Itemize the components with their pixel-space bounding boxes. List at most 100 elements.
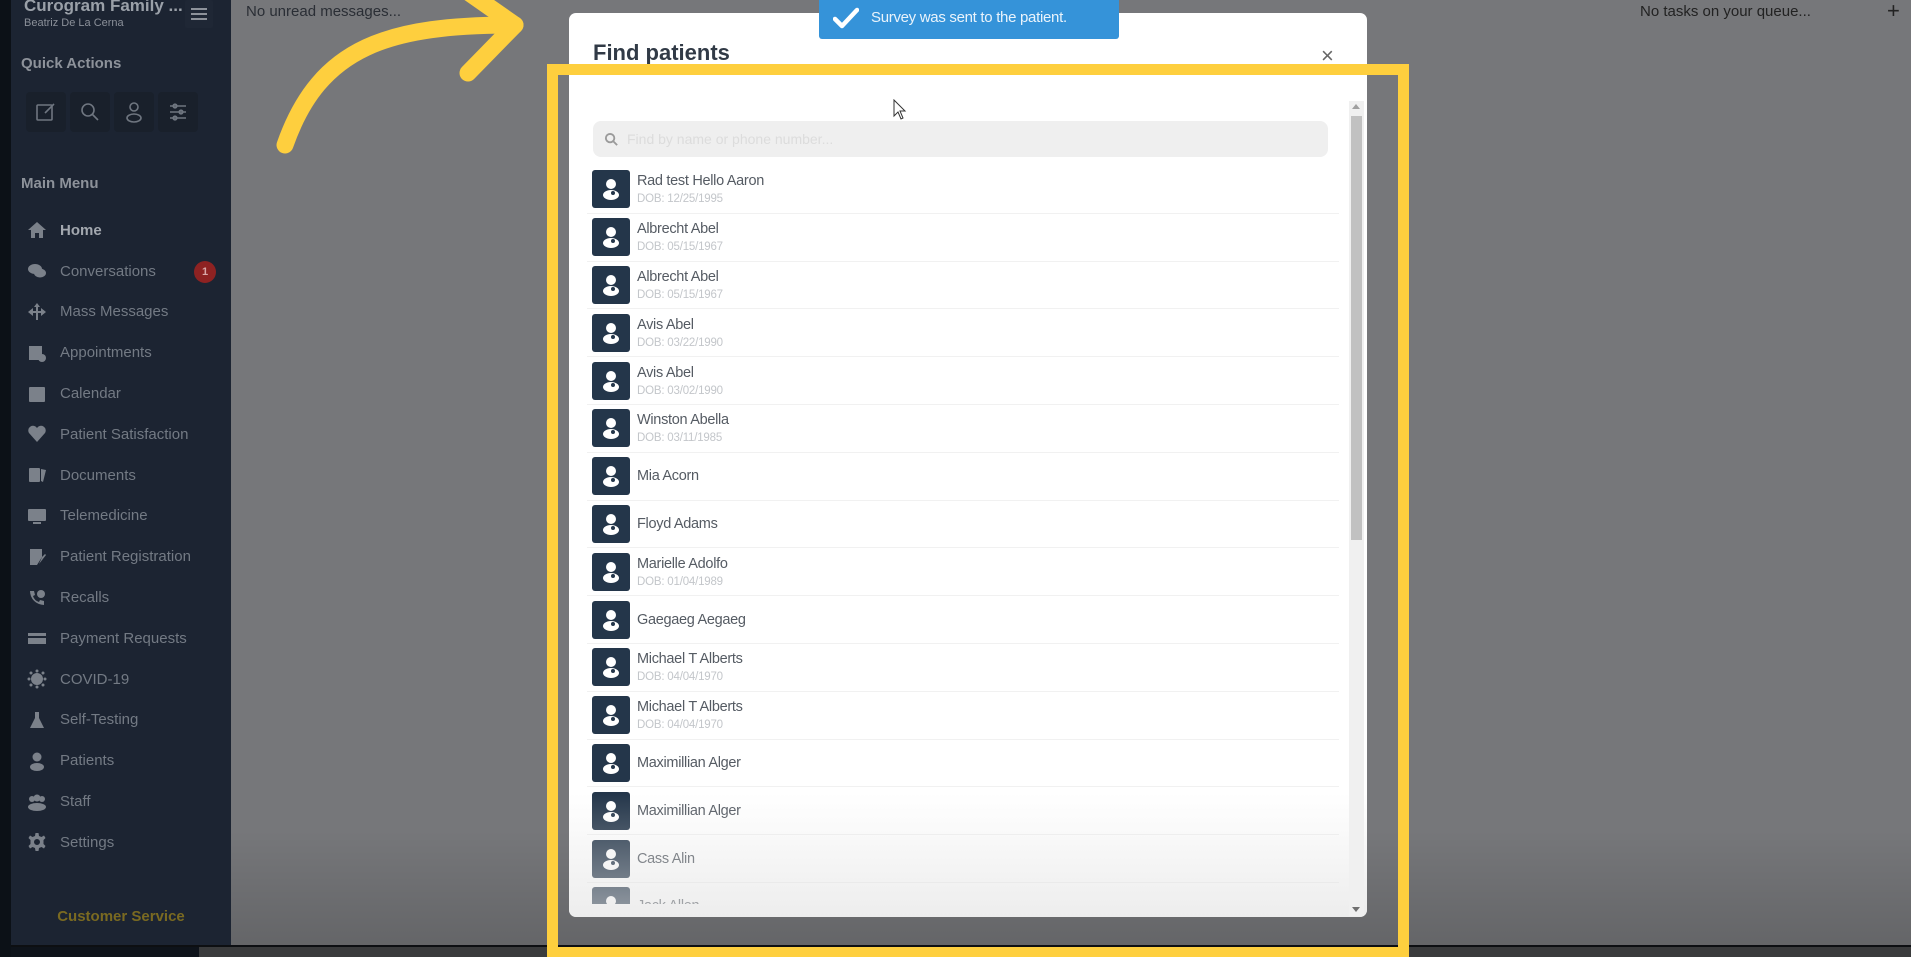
close-button[interactable]: × (1321, 43, 1334, 69)
quick-action-compose[interactable] (26, 92, 66, 132)
sidebar-item-payment-requests[interactable]: Payment Requests (11, 618, 231, 659)
patient-avatar-icon (592, 504, 630, 543)
quick-actions-title: Quick Actions (21, 55, 122, 72)
customer-service-link[interactable]: Customer Service (11, 908, 231, 925)
patient-row[interactable]: Winston Abella DOB: 03/11/1985 (587, 405, 1339, 453)
patient-row[interactable]: Maximillian Alger (587, 740, 1339, 788)
sidebar-item-mass-messages[interactable]: Mass Messages (11, 292, 231, 333)
patient-row[interactable]: Albrecht Abel DOB: 05/15/1967 (587, 262, 1339, 310)
patient-row[interactable]: Marielle Adolfo DOB: 01/04/1989 (587, 548, 1339, 597)
tasks-status: No tasks on your queue... (1640, 3, 1811, 20)
patient-avatar-icon (592, 696, 630, 735)
patient-row[interactable]: Avis Abel DOB: 03/22/1990 (587, 309, 1339, 358)
patient-avatar-icon (592, 552, 630, 591)
sliders-icon (170, 103, 186, 121)
patient-row[interactable]: Maximillian Alger (587, 787, 1339, 836)
patient-avatar-icon (592, 743, 630, 782)
quick-action-search[interactable] (70, 92, 110, 132)
sidebar-item-staff[interactable]: Staff (11, 781, 231, 822)
patient-dob: DOB: 03/22/1990 (637, 336, 723, 349)
sidebar-item-patient-satisfaction[interactable]: Patient Satisfaction (11, 414, 231, 455)
scrollbar-thumb[interactable] (1351, 116, 1362, 540)
scroll-down-arrow[interactable] (1352, 907, 1360, 912)
patient-name: Maximillian Alger (637, 754, 741, 771)
patient-row[interactable]: Mia Acorn (587, 453, 1339, 501)
sidebar-item-patients[interactable]: Patients (11, 740, 231, 781)
gear-icon (26, 831, 48, 853)
heart-icon (26, 423, 48, 445)
patient-info: Albrecht Abel DOB: 05/15/1967 (637, 269, 723, 301)
patient-name: Winston Abella (637, 412, 729, 429)
sidebar-item-label: Settings (60, 833, 115, 851)
sidebar-item-covid-19[interactable]: COVID-19 (11, 659, 231, 700)
sidebar-item-calendar[interactable]: Calendar (11, 373, 231, 414)
quick-action-filters[interactable] (158, 92, 198, 132)
patient-avatar-icon (592, 600, 630, 639)
patient-row[interactable]: Michael T Alberts DOB: 04/04/1970 (587, 644, 1339, 692)
patient-name: Avis Abel (637, 316, 694, 333)
patient-dob: DOB: 03/11/1985 (637, 432, 723, 445)
patient-info: Avis Abel DOB: 03/02/1990 (637, 365, 723, 397)
success-toast: Survey was sent to the patient. (819, 0, 1119, 39)
patient-row[interactable]: Rad test Hello Aaron DOB: 12/25/1995 (587, 166, 1339, 214)
documents-icon (26, 464, 48, 486)
calendar-icon (26, 383, 48, 405)
patient-name: Albrecht Abel (637, 221, 719, 238)
patient-name: Jack Allen (637, 898, 700, 904)
patient-avatar-icon (592, 265, 630, 304)
recalls-icon (26, 587, 48, 609)
patient-info: Michael T Alberts DOB: 04/04/1970 (637, 699, 743, 731)
sidebar-item-conversations[interactable]: Conversations 1 (11, 251, 231, 292)
patient-row[interactable]: Albrecht Abel DOB: 05/15/1967 (587, 214, 1339, 262)
user-name: Beatriz De La Cerna (24, 17, 124, 29)
sidebar-item-patient-registration[interactable]: Patient Registration (11, 536, 231, 577)
sidebar-item-label: Home (60, 221, 102, 239)
find-patients-modal: Find patients × Rad test Hello Aaron DOB:… (569, 13, 1367, 917)
quick-action-patient[interactable] (114, 92, 154, 132)
sidebar-item-recalls[interactable]: Recalls (11, 577, 231, 618)
sidebar-item-label: Staff (60, 793, 91, 811)
patient-name: Albrecht Abel (637, 268, 719, 285)
sidebar-item-documents[interactable]: Documents (11, 455, 231, 496)
list-scrollbar[interactable] (1349, 101, 1364, 916)
sidebar-item-label: Appointments (60, 344, 152, 362)
patient-list: Rad test Hello Aaron DOB: 12/25/1995 Albre… (587, 166, 1339, 904)
patient-row[interactable]: Avis Abel DOB: 03/02/1990 (587, 357, 1339, 405)
patient-info: Maximillian Alger (637, 803, 741, 819)
patient-search-input[interactable] (627, 131, 1307, 147)
sidebar-item-label: Patients (60, 752, 115, 770)
sidebar-item-label: Documents (60, 466, 136, 484)
patient-row[interactable]: Jack Allen (587, 883, 1339, 904)
sidebar-item-label: COVID-19 (60, 670, 130, 688)
bottom-bar-left (11, 945, 199, 957)
broadcast-icon (26, 301, 48, 323)
menu-toggle-button[interactable] (185, 0, 213, 28)
patient-row[interactable]: Cass Alin (587, 835, 1339, 883)
patient-dob: DOB: 05/15/1967 (637, 241, 723, 254)
sidebar-item-self-testing[interactable]: Self-Testing (11, 700, 231, 741)
sidebar-item-appointments[interactable]: Appointments (11, 332, 231, 373)
patient-avatar-icon (592, 457, 630, 496)
check-icon (833, 7, 859, 28)
sidebar-item-home[interactable]: Home (11, 210, 231, 251)
sidebar-item-settings[interactable]: Settings (11, 822, 231, 863)
main-menu-title: Main Menu (21, 175, 99, 192)
patient-row[interactable]: Gaegaeg Aegaeg (587, 596, 1339, 644)
patient-name: Marielle Adolfo (637, 555, 728, 572)
patient-dob: DOB: 04/04/1970 (637, 671, 723, 684)
patient-info: Jack Allen (637, 898, 700, 904)
credit-card-icon (26, 627, 48, 649)
patient-info: Avis Abel DOB: 03/22/1990 (637, 317, 723, 349)
sidebar-item-label: Self-Testing (60, 711, 139, 729)
scroll-up-arrow[interactable] (1352, 104, 1360, 109)
patient-info: Rad test Hello Aaron DOB: 12/25/1995 (637, 173, 764, 205)
add-task-button[interactable]: + (1887, 0, 1900, 24)
patient-row[interactable]: Floyd Adams (587, 501, 1339, 549)
sidebar-item-telemedicine[interactable]: Telemedicine (11, 496, 231, 537)
annotation-arrow-icon (276, 0, 524, 154)
main-menu: Home Conversations 1 Mass Messages Appoi… (11, 210, 231, 863)
patient-row[interactable]: Michael T Alberts DOB: 04/04/1970 (587, 692, 1339, 740)
patient-search (593, 121, 1328, 157)
patient-name: Avis Abel (637, 364, 694, 381)
window-edge (0, 0, 11, 957)
